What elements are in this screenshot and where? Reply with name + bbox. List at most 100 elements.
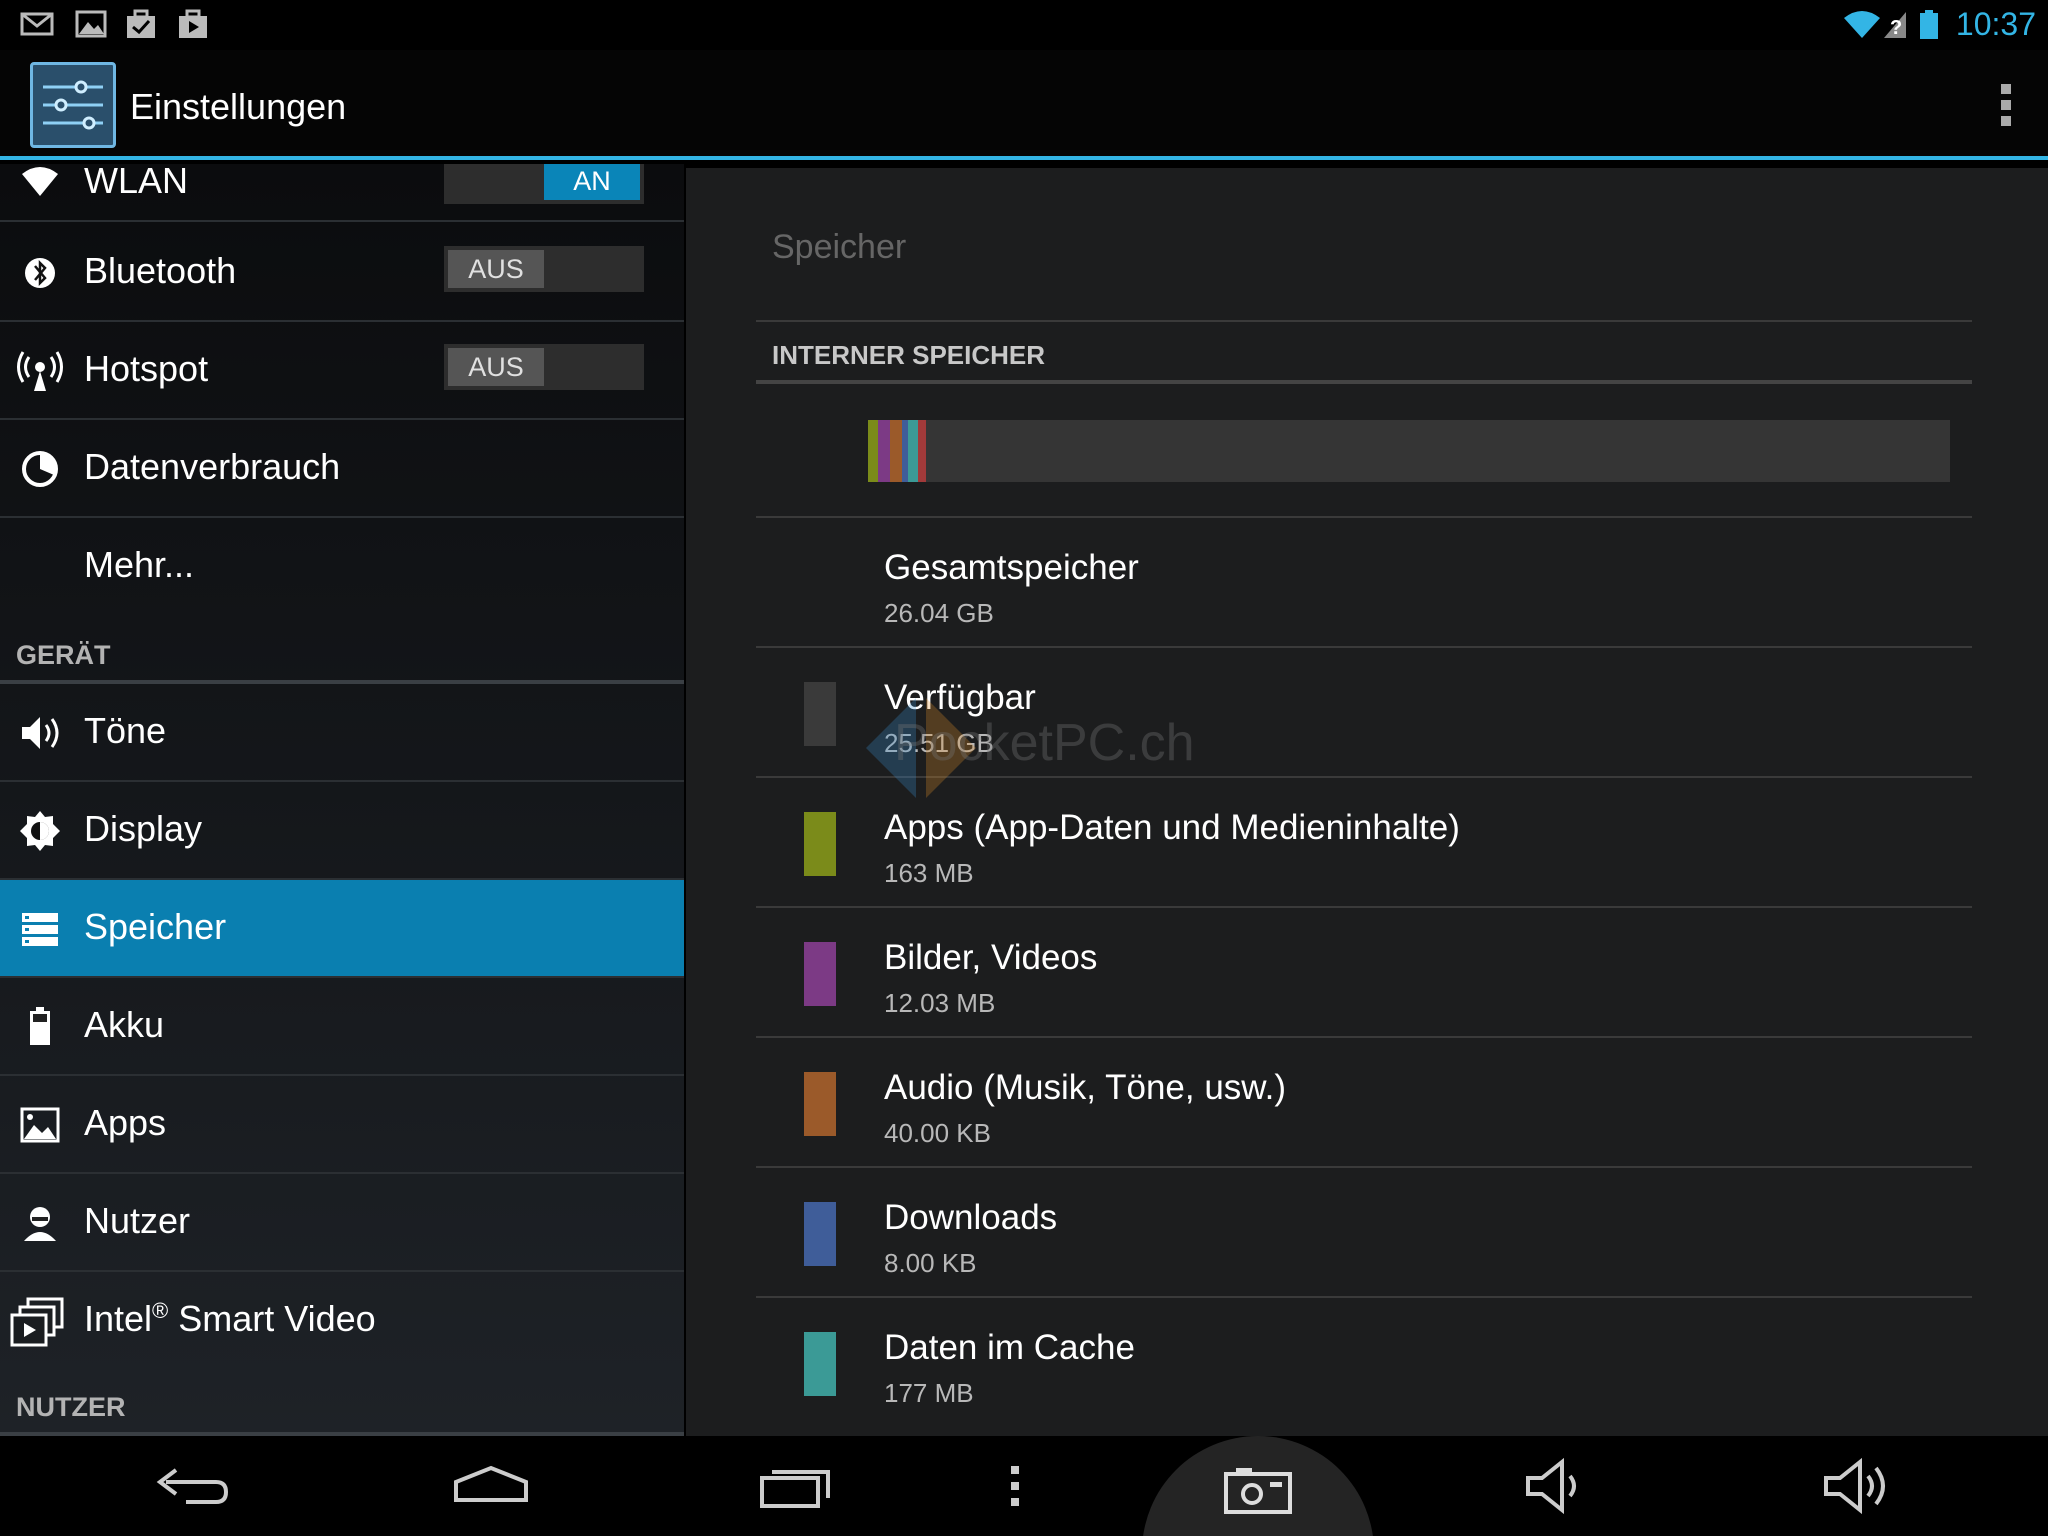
watermark-text: PocketPC.ch <box>894 714 1195 772</box>
storage-row-pictures[interactable]: Bilder, Videos 12.03 MB <box>756 908 1972 1038</box>
usage-segment-pictures <box>878 420 890 482</box>
battery-icon <box>30 1007 50 1045</box>
android-screen: { "statusbar": { "time": "10:37", "left_… <box>0 0 2048 1536</box>
wifi-icon <box>22 167 58 196</box>
sidebar-item-battery[interactable]: Akku <box>0 978 684 1076</box>
color-swatch <box>804 942 836 1006</box>
sidebar-item-sound[interactable]: Töne <box>0 684 684 782</box>
task-icon <box>127 9 155 38</box>
sidebar-item-label: Bluetooth <box>84 250 237 291</box>
usage-segment-apps <box>868 420 878 482</box>
usage-segment-misc <box>918 420 926 482</box>
row-title: Downloads <box>884 1198 1058 1237</box>
color-swatch <box>804 1202 836 1266</box>
sidebar-item-label: Speicher <box>84 906 227 947</box>
svg-text:?: ? <box>1890 17 1902 39</box>
storage-row-downloads[interactable]: Downloads 8.00 KB <box>756 1168 1972 1298</box>
storage-row-cache[interactable]: Daten im Cache 177 MB <box>756 1298 1972 1428</box>
sidebar-item-label: Akku <box>84 1004 165 1045</box>
hotspot-toggle[interactable]: AUS <box>444 344 644 390</box>
sidebar-item-users[interactable]: Nutzer <box>0 1174 684 1272</box>
row-title: Bilder, Videos <box>884 938 1098 977</box>
sidebar-item-smart-video[interactable]: Intel® Smart Video <box>0 1272 684 1370</box>
row-value: 177 MB <box>884 1378 974 1408</box>
bluetooth-icon <box>25 258 55 288</box>
storage-icon <box>22 913 58 946</box>
settings-list[interactable]: WLAN AN Bluetooth AUS Hotspot AUS Datenv… <box>0 164 684 1436</box>
storage-detail-pane: Speicher INTERNER SPEICHER Gesamtspeiche… <box>686 168 2048 1436</box>
bluetooth-toggle[interactable]: AUS <box>444 246 644 292</box>
section-header-internal-storage: INTERNER SPEICHER <box>772 340 1046 370</box>
toggle-knob: AN <box>544 164 640 200</box>
divider <box>756 320 1972 322</box>
overflow-menu-icon[interactable] <box>1994 80 2018 130</box>
volume-up-icon[interactable] <box>1816 1456 1906 1516</box>
usage-segment-cache <box>908 420 918 482</box>
row-value: 12.03 MB <box>884 988 996 1018</box>
app-title: Einstellungen <box>130 86 347 127</box>
storage-usage-bar <box>868 420 1950 482</box>
row-value: 40.00 KB <box>884 1118 991 1148</box>
apps-icon <box>20 1107 60 1143</box>
row-title: Daten im Cache <box>884 1328 1135 1367</box>
section-header-user: NUTZER <box>16 1392 126 1422</box>
storage-row-audio[interactable]: Audio (Musik, Töne, usw.) 40.00 KB <box>756 1038 1972 1168</box>
sidebar-item-label: Töne <box>84 710 167 751</box>
signal-unknown-icon: ? <box>1884 12 1906 39</box>
toggle-knob: AUS <box>448 348 544 386</box>
gmail-icon <box>20 12 54 36</box>
sidebar-item-label: Intel® Smart Video <box>84 1298 376 1339</box>
row-title: Gesamtspeicher <box>884 548 1139 587</box>
brightness-icon <box>20 811 60 851</box>
wlan-toggle[interactable]: AN <box>444 164 644 204</box>
sidebar-item-apps[interactable]: Apps <box>0 1076 684 1174</box>
sidebar-item-bluetooth[interactable]: Bluetooth AUS <box>0 224 684 322</box>
sidebar-item-storage[interactable]: Speicher <box>0 880 684 978</box>
color-swatch <box>804 812 836 876</box>
battery-icon <box>1920 10 1938 39</box>
sidebar-item-more[interactable]: Mehr... <box>0 518 684 616</box>
sidebar-item-label: Hotspot <box>84 348 209 389</box>
color-swatch <box>804 1332 836 1396</box>
gallery-icon <box>75 10 107 38</box>
settings-sliders-icon[interactable] <box>30 62 116 148</box>
action-bar: Einstellungen <box>0 50 2048 160</box>
row-title: Audio (Musik, Töne, usw.) <box>884 1068 1287 1107</box>
screenshot-icon[interactable] <box>1214 1462 1304 1522</box>
sidebar-item-wlan[interactable]: WLAN AN <box>0 164 684 222</box>
divider <box>756 380 1972 384</box>
color-swatch <box>804 1072 836 1136</box>
menu-icon[interactable] <box>980 1456 1050 1516</box>
data-usage-icon <box>22 451 58 487</box>
sidebar-item-label: WLAN <box>84 164 189 201</box>
row-title: Apps (App-Daten und Medieninhalte) <box>884 808 1460 847</box>
sidebar-item-hotspot[interactable]: Hotspot AUS <box>0 322 684 420</box>
row-value: 163 MB <box>884 858 974 888</box>
row-value: 26.04 GB <box>884 598 994 628</box>
hotspot-icon <box>17 351 63 391</box>
sound-icon <box>22 717 59 749</box>
sidebar-item-label: Apps <box>84 1102 167 1143</box>
wifi-icon <box>1844 11 1880 38</box>
toggle-knob: AUS <box>448 250 544 288</box>
volume-down-icon[interactable] <box>1512 1456 1602 1516</box>
navigation-bar <box>0 1436 2048 1536</box>
sidebar-item-display[interactable]: Display <box>0 782 684 880</box>
smart-video-icon <box>10 1297 64 1347</box>
section-header-device: GERÄT <box>16 640 111 670</box>
row-value: 8.00 KB <box>884 1248 977 1278</box>
status-bar: ? 10:37 <box>0 0 2048 50</box>
usage-segment-audio <box>890 420 902 482</box>
play-store-icon <box>179 9 207 38</box>
storage-row-total[interactable]: Gesamtspeicher 26.04 GB <box>756 518 1972 648</box>
home-icon[interactable] <box>446 1456 536 1516</box>
clock: 10:37 <box>1955 6 2036 42</box>
back-icon[interactable] <box>146 1456 236 1516</box>
sidebar-item-label: Display <box>84 808 203 849</box>
recents-icon[interactable] <box>752 1456 842 1516</box>
user-icon <box>24 1207 56 1241</box>
sidebar-item-data-usage[interactable]: Datenverbrauch <box>0 420 684 518</box>
sidebar-item-label: Nutzer <box>84 1200 191 1241</box>
sidebar-item-label: Datenverbrauch <box>84 446 341 487</box>
page-title: Speicher <box>772 228 907 266</box>
